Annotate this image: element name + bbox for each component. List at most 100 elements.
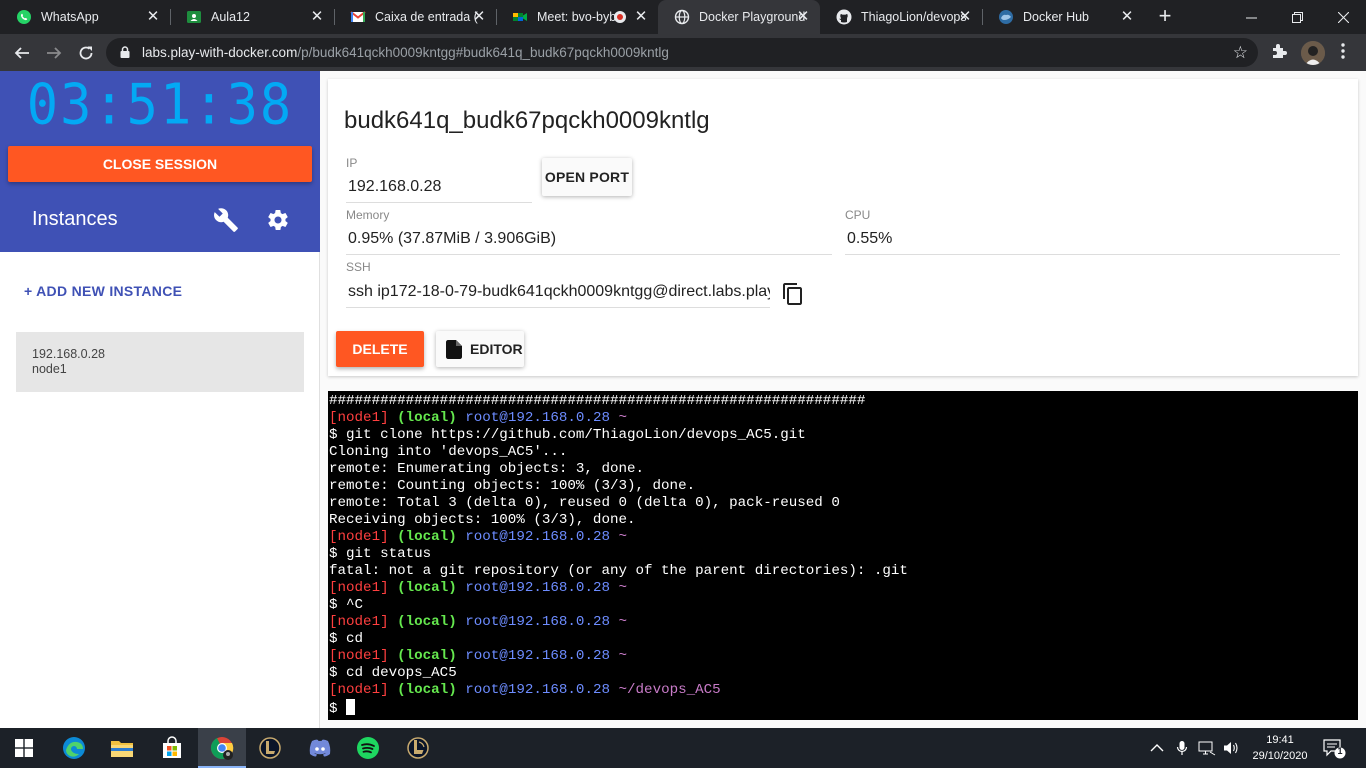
terminal-text: root@192.168.0.28	[465, 580, 610, 596]
tab-whatsapp[interactable]: WhatsApp ✕	[0, 0, 170, 34]
session-timer: 03:51:38	[26, 72, 294, 138]
arrow-left-icon	[14, 47, 29, 59]
terminal-text: remote: Counting objects: 100% (3/3), do…	[329, 478, 696, 494]
terminal-text: $ git status	[329, 546, 432, 562]
browser-tab-strip: WhatsApp ✕ Aula12 ✕ Caixa de entrada ( ✕…	[0, 0, 1366, 34]
terminal-line: [node1] (local) root@192.168.0.28 ~	[329, 648, 1358, 665]
close-icon[interactable]: ✕	[472, 9, 486, 25]
gear-icon[interactable]	[266, 208, 290, 237]
ssh-field[interactable]: ssh ip172-18-0-79-budk641qckh0009kntgg@d…	[346, 283, 770, 308]
more-vert-icon[interactable]	[1338, 43, 1348, 59]
terminal-text: [node1]	[329, 580, 389, 596]
classroom-icon	[186, 9, 202, 25]
delete-button[interactable]: DELETE	[336, 331, 424, 367]
close-icon[interactable]: ✕	[146, 9, 160, 25]
tab-meet[interactable]: Meet: bvo-byb ✕	[496, 0, 658, 34]
tab-aula12[interactable]: Aula12 ✕	[170, 0, 334, 34]
terminal-text: [node1]	[329, 410, 389, 426]
edge-icon[interactable]	[50, 728, 98, 768]
tab-github[interactable]: ThiagoLion/devops ✕	[820, 0, 982, 34]
store-icon[interactable]	[148, 728, 196, 768]
terminal-text: (local)	[397, 580, 457, 596]
close-window-button[interactable]	[1320, 0, 1366, 34]
new-tab-button[interactable]: +	[1153, 5, 1177, 29]
terminal-line: remote: Total 3 (delta 0), reused 0 (del…	[329, 495, 1358, 512]
url-text: labs.play-with-docker.com/p/budk641qckh0…	[142, 45, 669, 60]
forward-button[interactable]	[41, 40, 67, 66]
terminal-text: (local)	[397, 648, 457, 664]
system-clock[interactable]: 19:41 29/10/2020	[1248, 732, 1312, 764]
restore-button[interactable]	[1274, 0, 1320, 34]
spotify-icon[interactable]	[344, 728, 392, 768]
sidebar-header: 03:51:38 CLOSE SESSION Instances	[0, 71, 320, 252]
tab-docker-playground[interactable]: Docker Playground ✕	[658, 0, 820, 34]
ip-field[interactable]: 192.168.0.28	[346, 178, 532, 203]
notification-count: 1	[1337, 746, 1343, 756]
minimize-button[interactable]	[1228, 0, 1274, 34]
league-game-icon[interactable]	[394, 728, 442, 768]
back-button[interactable]	[9, 40, 35, 66]
terminal-text: fatal: not a git repository (or any of t…	[329, 563, 908, 579]
terminal[interactable]: ########################################…	[328, 391, 1358, 720]
wrench-icon[interactable]	[213, 207, 239, 238]
browser-toolbar: labs.play-with-docker.com/p/budk641qckh0…	[0, 34, 1366, 71]
tab-gmail[interactable]: Caixa de entrada ( ✕	[334, 0, 496, 34]
terminal-line: [node1] (local) root@192.168.0.28 ~	[329, 529, 1358, 546]
discord-icon[interactable]	[296, 728, 344, 768]
copy-icon[interactable]	[782, 282, 804, 311]
volume-icon[interactable]	[1222, 728, 1240, 768]
show-hidden-icons-button[interactable]	[1150, 728, 1164, 768]
terminal-line: $ ^C	[329, 597, 1358, 614]
terminal-line: Cloning into 'devops_AC5'...	[329, 444, 1358, 461]
editor-label: EDITOR	[470, 341, 523, 357]
close-icon[interactable]: ✕	[634, 9, 648, 25]
reload-button[interactable]	[73, 40, 99, 66]
github-icon	[836, 9, 852, 25]
page-content: 03:51:38 CLOSE SESSION Instances + ADD N…	[0, 71, 1366, 728]
terminal-text: [node1]	[329, 648, 389, 664]
terminal-line: remote: Enumerating objects: 3, done.	[329, 461, 1358, 478]
open-port-button[interactable]: OPEN PORT	[542, 158, 632, 196]
extensions-icon[interactable]	[1269, 41, 1289, 66]
network-icon[interactable]	[1198, 728, 1216, 768]
league-client-icon[interactable]	[246, 728, 294, 768]
notifications-button[interactable]: 1	[1322, 728, 1346, 768]
close-icon[interactable]: ✕	[310, 9, 324, 25]
address-bar[interactable]: labs.play-with-docker.com/p/budk641qckh0…	[106, 38, 1258, 67]
meet-icon	[512, 9, 528, 25]
bookmark-star-icon[interactable]: ☆	[1233, 43, 1248, 63]
terminal-text: $ cd devops_AC5	[329, 665, 457, 681]
close-icon[interactable]: ✕	[1120, 9, 1134, 25]
close-icon[interactable]: ✕	[796, 9, 810, 25]
url-host: labs.play-with-docker.com	[142, 45, 298, 60]
profile-avatar[interactable]	[1301, 41, 1325, 65]
url-path: /p/budk641qckh0009kntgg#budk641q_budk67p…	[297, 45, 669, 60]
instance-title: budk641q_budk67pqckh0009kntlg	[344, 107, 710, 134]
arrow-right-icon	[47, 47, 62, 59]
gmail-icon	[350, 9, 366, 25]
terminal-line: $ git clone https://github.com/ThiagoLio…	[329, 427, 1358, 444]
windows-start-icon[interactable]	[0, 728, 48, 768]
close-icon[interactable]: ✕	[958, 9, 972, 25]
terminal-text: ########################################…	[329, 393, 866, 409]
editor-button[interactable]: EDITOR	[436, 331, 524, 367]
tab-docker-hub[interactable]: Docker Hub ✕	[982, 0, 1144, 34]
chrome-icon[interactable]	[198, 728, 246, 768]
microphone-icon[interactable]	[1176, 728, 1188, 768]
file-explorer-icon[interactable]	[98, 728, 146, 768]
chevron-up-icon	[1150, 744, 1164, 752]
terminal-text: Receiving objects: 100% (3/3), done.	[329, 512, 636, 528]
ip-label: IP	[346, 156, 358, 170]
add-new-instance-button[interactable]: + ADD NEW INSTANCE	[24, 283, 182, 299]
close-session-button[interactable]: CLOSE SESSION	[8, 146, 312, 182]
instance-list-item[interactable]: 192.168.0.28 node1	[16, 332, 304, 392]
terminal-line: [node1] (local) root@192.168.0.28 ~	[329, 614, 1358, 631]
